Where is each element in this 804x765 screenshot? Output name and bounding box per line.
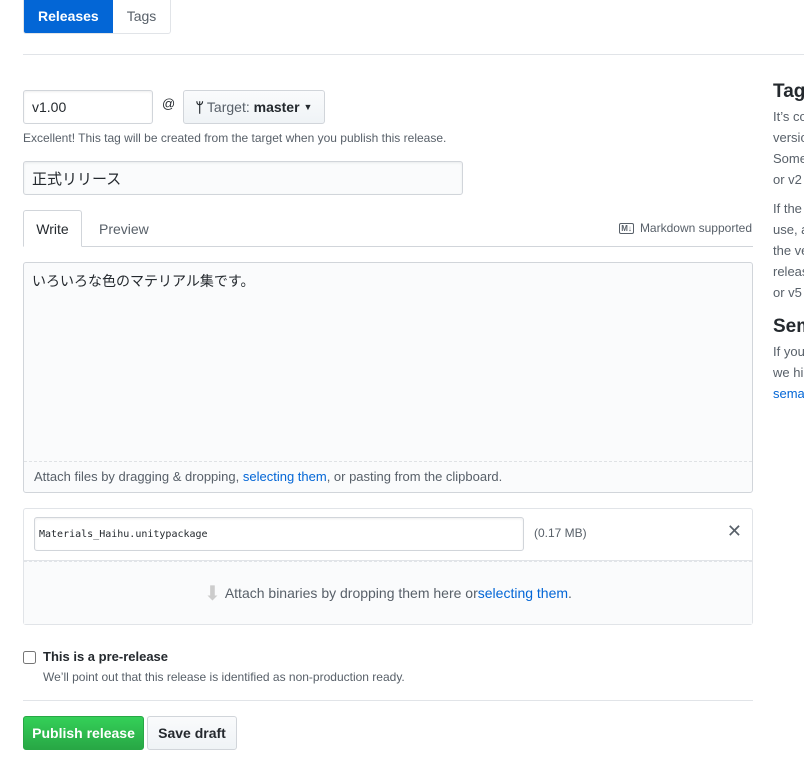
prerelease-checkbox[interactable] (23, 651, 36, 664)
prerelease-desc: We’ll point out that this release is ide… (43, 670, 405, 684)
publish-release-button[interactable]: Publish release (23, 716, 144, 750)
select-files-link[interactable]: selecting them (243, 469, 327, 484)
tab-divider (23, 246, 753, 247)
sidebar-line: Some (773, 151, 804, 166)
sidebar-heading-semver: Sem (773, 316, 804, 337)
tab-preview[interactable]: Preview (99, 210, 149, 248)
description-editor: いろいろな色のマテリアル集です。 Attach files by draggin… (23, 262, 753, 493)
sidebar-line: If the (773, 201, 802, 216)
target-branch: master (253, 99, 300, 115)
sidebar-line: releas (773, 264, 804, 279)
file-name-input[interactable]: Materials_Haihu.unitypackage (34, 517, 524, 551)
file-name: Materials_Haihu.unitypackage (39, 528, 208, 540)
sidebar-line: we hi (773, 365, 804, 380)
sidebar-line: It’s co (773, 109, 804, 124)
drop-zone[interactable]: ⬇ Attach binaries by dropping them here … (24, 561, 752, 624)
attach-text: Attach files by dragging & dropping, (34, 469, 243, 484)
sidebar-line: or v5 (773, 285, 802, 300)
tab-releases[interactable]: Releases (24, 0, 113, 33)
branch-icon: ᛘ (195, 99, 204, 115)
target-label: Target: (206, 99, 250, 115)
description-textarea[interactable]: いろいろな色のマテリアル集です。 (24, 263, 752, 462)
attach-text-end: , or pasting from the clipboard. (326, 469, 503, 484)
binary-uploads: Materials_Haihu.unitypackage (0.17 MB) ✕… (23, 508, 753, 625)
sidebar-heading-tag: Tag (773, 81, 804, 102)
upload-row: Materials_Haihu.unitypackage (0.17 MB) ✕ (24, 509, 752, 561)
caret-down-icon: ▼ (303, 102, 313, 112)
prerelease-label[interactable]: This is a pre-release (43, 649, 168, 664)
tag-hint: Excellent! This tag will be created from… (23, 131, 447, 145)
sidebar-line: If you (773, 344, 804, 359)
at-sign: @ (162, 96, 176, 111)
sidebar-help: Tag It’s co versio Some or v2 If the use… (773, 78, 804, 404)
file-size: (0.17 MB) (534, 526, 587, 540)
sidebar-line: use, a (773, 222, 804, 237)
save-draft-button[interactable]: Save draft (147, 716, 237, 750)
select-binaries-link[interactable]: selecting them (478, 585, 568, 601)
markdown-icon: M↓ (619, 222, 634, 234)
arrow-down-icon: ⬇ (204, 582, 221, 605)
drop-text-end: . (568, 585, 572, 601)
tag-input[interactable]: v1.00 (23, 90, 153, 124)
description-text: いろいろな色のマテリアル集です。 (32, 273, 255, 289)
divider-bottom (23, 700, 753, 701)
target-branch-button[interactable]: ᛘ Target: master ▼ (183, 90, 325, 124)
markdown-link[interactable]: M↓ Markdown supported (619, 221, 752, 235)
tag-value: v1.00 (32, 99, 67, 115)
remove-file-icon[interactable]: ✕ (727, 521, 742, 542)
drop-text: Attach binaries by dropping them here or (224, 585, 478, 601)
sidebar-line: the ve (773, 243, 804, 258)
sidebar-line: versio (773, 130, 804, 145)
markdown-label: Markdown supported (639, 221, 752, 235)
release-tabs: Releases Tags (23, 0, 172, 34)
tab-write[interactable]: Write (23, 210, 82, 247)
semver-link[interactable]: sema (773, 383, 804, 404)
tab-tags[interactable]: Tags (113, 0, 171, 33)
divider (23, 54, 804, 55)
release-title-input[interactable]: 正式リリース (23, 161, 463, 195)
title-value: 正式リリース (32, 170, 122, 188)
sidebar-line: or v2 (773, 172, 802, 187)
attach-files-hint: Attach files by dragging & dropping, sel… (24, 462, 752, 491)
